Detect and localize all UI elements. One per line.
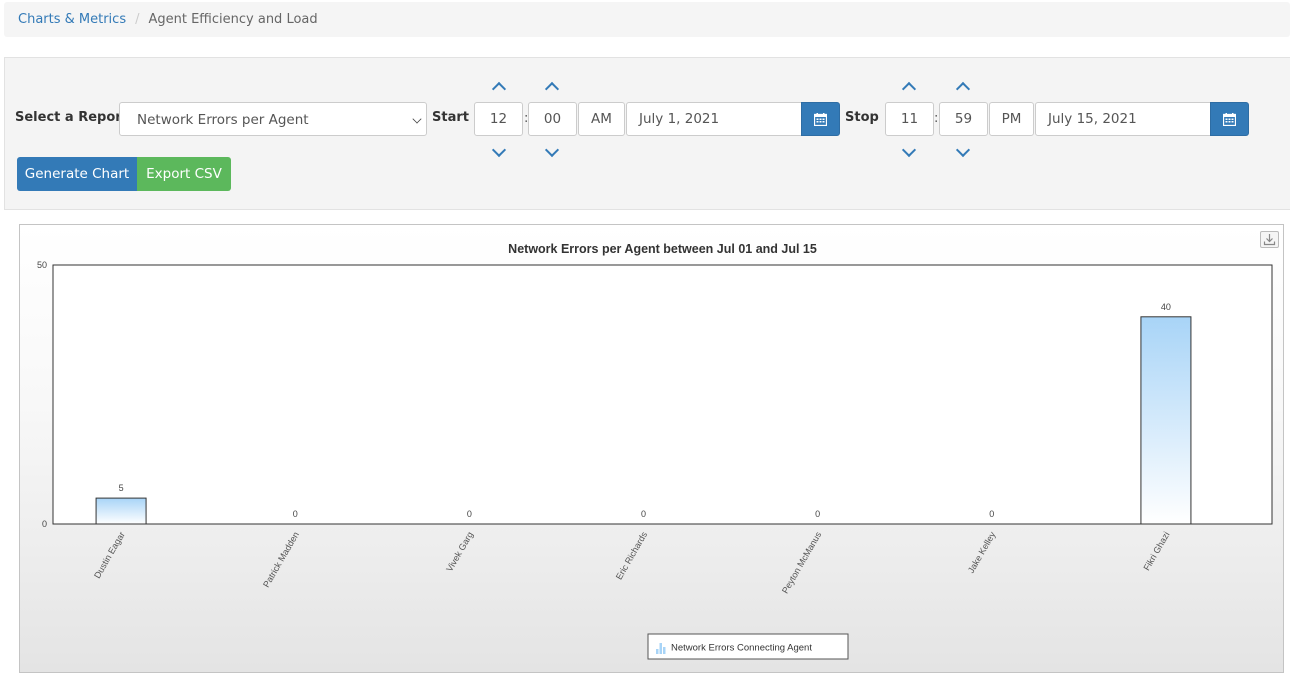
start-hour-input[interactable]: 12 — [474, 102, 523, 136]
chevron-up-icon[interactable] — [901, 81, 917, 97]
start-label: Start — [432, 110, 469, 125]
x-tick-label: Vivek Garg — [444, 530, 475, 573]
x-tick-label: Patrick Madden — [261, 530, 301, 589]
y-tick-label: 50 — [37, 260, 47, 270]
data-label: 0 — [293, 509, 298, 519]
stop-ampm-toggle[interactable]: PM — [989, 102, 1034, 136]
data-label: 40 — [1161, 302, 1171, 312]
chevron-down-icon[interactable] — [491, 142, 507, 158]
x-tick-label: Dustin Eagar — [92, 530, 127, 580]
chevron-down-icon[interactable] — [544, 142, 560, 158]
report-select[interactable]: Network Errors per Agent — [119, 102, 427, 136]
report-select-value: Network Errors per Agent — [137, 112, 309, 128]
data-label: 0 — [815, 509, 820, 519]
bar-chart: Network Errors per Agent between Jul 01 … — [37, 242, 1273, 660]
plot-area — [52, 264, 1273, 525]
report-controls-panel: Select a Report Network Errors per Agent… — [4, 57, 1290, 210]
chevron-up-icon[interactable] — [955, 81, 971, 97]
x-tick-label: Fikri Ghazi — [1141, 530, 1171, 572]
chevron-up-icon[interactable] — [491, 81, 507, 97]
breadcrumb-separator: / — [135, 12, 140, 27]
data-label: 0 — [641, 509, 646, 519]
y-tick-label: 0 — [42, 519, 47, 529]
stop-calendar-button[interactable] — [1210, 102, 1249, 136]
legend-icon-bar — [656, 649, 659, 654]
stop-minute-input[interactable]: 59 — [939, 102, 988, 136]
breadcrumb-current: Agent Efficiency and Load — [148, 12, 318, 27]
x-tick-label: Peyton McManus — [780, 530, 824, 596]
breadcrumb-link-charts-metrics[interactable]: Charts & Metrics — [18, 12, 126, 27]
data-label: 5 — [119, 483, 124, 493]
bar — [1140, 316, 1192, 525]
export-csv-button[interactable]: Export CSV — [137, 157, 231, 191]
stop-label: Stop — [845, 110, 879, 125]
chevron-down-icon[interactable] — [901, 142, 917, 158]
legend-icon-bar — [659, 643, 662, 654]
bar — [95, 497, 147, 525]
chart-title: Network Errors per Agent between Jul 01 … — [508, 242, 817, 256]
chevron-down-icon[interactable] — [955, 142, 971, 158]
chevron-down-icon — [412, 114, 422, 124]
stop-time-separator: : — [934, 111, 939, 126]
legend-label: Network Errors Connecting Agent — [671, 643, 812, 654]
data-label: 0 — [989, 509, 994, 519]
stop-hour-input[interactable]: 11 — [885, 102, 934, 136]
generate-chart-button[interactable]: Generate Chart — [17, 157, 137, 191]
start-calendar-button[interactable] — [801, 102, 840, 136]
select-report-label: Select a Report — [15, 110, 128, 125]
stop-date-input[interactable]: July 15, 2021 — [1035, 102, 1211, 136]
calendar-icon — [1223, 112, 1236, 126]
data-label: 0 — [467, 509, 472, 519]
chevron-up-icon[interactable] — [544, 81, 560, 97]
breadcrumb: Charts & Metrics / Agent Efficiency and … — [4, 2, 1290, 37]
chart-container: Network Errors per Agent between Jul 01 … — [19, 224, 1284, 673]
x-tick-label: Jake Kelley — [966, 530, 998, 575]
start-ampm-toggle[interactable]: AM — [578, 102, 625, 136]
start-minute-input[interactable]: 00 — [528, 102, 577, 136]
x-tick-label: Eric Richards — [614, 530, 650, 582]
legend-icon-bar — [663, 647, 666, 654]
calendar-icon — [814, 112, 827, 126]
start-date-input[interactable]: July 1, 2021 — [626, 102, 802, 136]
